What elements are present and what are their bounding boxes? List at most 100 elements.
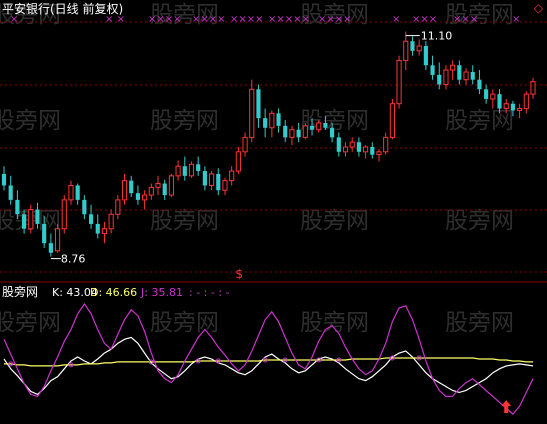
candle-body bbox=[101, 228, 108, 235]
candle-body bbox=[470, 72, 475, 80]
candle-body bbox=[430, 65, 435, 75]
candle-body bbox=[135, 193, 140, 200]
candle-body bbox=[216, 173, 221, 191]
candle-body bbox=[530, 81, 536, 95]
price-grid bbox=[0, 21, 547, 273]
j-label: J: 35.81 bbox=[140, 286, 183, 299]
candle-body bbox=[229, 170, 235, 182]
candle-body bbox=[54, 228, 61, 252]
candle-body bbox=[323, 122, 328, 128]
top-mark: ×××× bbox=[230, 14, 264, 25]
candle-body bbox=[61, 199, 67, 230]
low-label: 8.76 bbox=[61, 253, 85, 266]
candle-body bbox=[269, 112, 275, 129]
candle-body bbox=[256, 89, 261, 119]
candle-body bbox=[370, 147, 375, 155]
candle-body bbox=[48, 243, 53, 253]
candle-body bbox=[28, 209, 34, 230]
price-annotations: 11.10 8.76 $ bbox=[50, 30, 453, 281]
d-label: D: 46.66 bbox=[90, 286, 137, 299]
top-mark: ×××× bbox=[148, 14, 182, 25]
candle-body bbox=[75, 185, 80, 200]
candle-body bbox=[296, 129, 301, 138]
high-label: 11.10 bbox=[421, 30, 453, 43]
candle-body bbox=[289, 129, 295, 138]
watermark-text: 股旁网 bbox=[445, 310, 514, 336]
watermark-text: 股旁网 bbox=[150, 108, 219, 134]
candle-body bbox=[242, 136, 248, 153]
candle-body bbox=[222, 180, 228, 191]
watermark-text: 股旁网 bbox=[150, 208, 219, 234]
candle-body bbox=[142, 194, 148, 201]
candle-body bbox=[1, 173, 7, 186]
candle-body bbox=[155, 183, 161, 188]
candle-body bbox=[182, 166, 187, 176]
candle-body bbox=[108, 213, 114, 230]
candle-body bbox=[497, 94, 502, 109]
candle-body bbox=[517, 108, 523, 111]
candle-body bbox=[477, 79, 482, 90]
kdj-line-d bbox=[4, 357, 533, 367]
candle-body bbox=[283, 125, 288, 138]
diamond-icon[interactable]: ◇ bbox=[534, 1, 543, 15]
watermark-text: 股旁网 bbox=[0, 310, 61, 336]
candle-body bbox=[175, 165, 181, 177]
candle-body bbox=[363, 146, 369, 153]
candle-body bbox=[490, 93, 496, 100]
candle-body bbox=[35, 209, 40, 224]
chart-title: 平安银行(日线 前复权) bbox=[2, 2, 124, 16]
candle-body bbox=[276, 113, 281, 126]
candle-body bbox=[249, 88, 255, 138]
candle-body bbox=[510, 103, 515, 111]
candle-body bbox=[209, 173, 215, 186]
top-mark: ××× bbox=[453, 14, 478, 25]
watermark-text: 股旁网 bbox=[300, 310, 369, 336]
kdj-line-k bbox=[3, 336, 534, 396]
candle-body bbox=[403, 40, 409, 61]
chart-canvas: 股旁网 股旁网 股旁网 股旁网股旁网 股旁网 股旁网 股旁网股旁网 股旁网 股旁网股旁网 股旁网股… bbox=[0, 2, 547, 415]
top-mark: ××××× bbox=[268, 14, 310, 25]
candle-body bbox=[88, 214, 94, 224]
candle-body bbox=[342, 146, 349, 153]
candle-body bbox=[410, 41, 415, 51]
signal-label: $ bbox=[235, 267, 243, 281]
top-mark: ×××× bbox=[192, 14, 226, 25]
candle-body bbox=[450, 64, 456, 71]
candle-body bbox=[196, 164, 201, 172]
candle-body bbox=[396, 59, 402, 105]
top-mark: ×××× bbox=[318, 14, 352, 25]
watermark-text: 股旁网 bbox=[300, 208, 369, 234]
candle-body bbox=[121, 180, 128, 201]
indicator-labels: K: 43.04D: 46.66 J: 35.81: - : - : - bbox=[52, 286, 230, 299]
top-mark: × bbox=[392, 14, 400, 25]
candle-body bbox=[316, 122, 322, 131]
watermark-text: 股旁网 bbox=[150, 310, 219, 336]
watermark-text: 股旁网 bbox=[0, 108, 61, 134]
candle-body bbox=[443, 69, 449, 85]
candle-body bbox=[503, 103, 509, 110]
candle-body bbox=[235, 151, 241, 172]
candle-body bbox=[8, 185, 13, 200]
indicator-name: 股旁网 bbox=[2, 285, 39, 299]
candle-body bbox=[302, 125, 308, 138]
candle-body bbox=[148, 186, 154, 196]
candle-body bbox=[457, 65, 462, 80]
candle-body bbox=[330, 127, 335, 138]
candle-body bbox=[188, 163, 195, 177]
candle-body bbox=[356, 142, 361, 152]
watermark-text: 股旁网 bbox=[300, 108, 369, 134]
candle-body bbox=[463, 71, 469, 81]
candle-body bbox=[82, 199, 87, 215]
candle-body bbox=[129, 180, 134, 194]
candle-body bbox=[484, 89, 489, 99]
candle-body bbox=[349, 141, 355, 148]
candle-body bbox=[389, 103, 395, 138]
candle-body bbox=[523, 93, 529, 110]
top-mark: × bbox=[512, 14, 520, 25]
candle-body bbox=[168, 175, 174, 196]
top-mark: ××× bbox=[412, 14, 437, 25]
candle-body bbox=[115, 199, 121, 215]
candle-body bbox=[202, 171, 207, 186]
candle-body bbox=[15, 199, 20, 215]
candle-body bbox=[437, 74, 442, 85]
